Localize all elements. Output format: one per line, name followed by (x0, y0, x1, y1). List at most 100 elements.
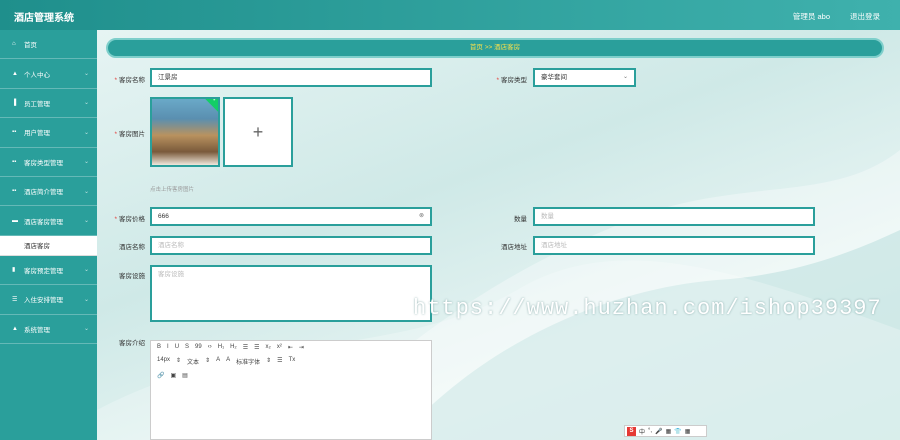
sidebar-item-10[interactable]: ▲ 系统管理 ⌄ (0, 315, 97, 344)
editor-tool-button[interactable]: ⇤ (288, 344, 293, 351)
price-label: * 客房价格 (114, 216, 145, 223)
sidebar-item-0[interactable]: ⌂ 首页 (0, 30, 97, 60)
sidebar-item-label: 客房类型管理 (24, 159, 63, 167)
sidebar-item-label: 系统管理 (24, 326, 50, 334)
editor-tool-button[interactable]: B (157, 344, 161, 351)
editor-tool-button[interactable]: Tx (289, 357, 296, 366)
facilities-textarea[interactable]: 客房设施 (150, 265, 432, 322)
room-image-label: * 客房图片 (114, 131, 145, 138)
hotel-name-label: 酒店名称 (119, 244, 145, 251)
sidebar-item-label: 酒店简介管理 (24, 189, 63, 197)
quantity-input[interactable]: 数量 (533, 207, 815, 226)
top-bar: 酒店管理系统 管理员 abo 退出登录 (0, 0, 900, 30)
uploaded-image-thumbnail[interactable]: ✓ (150, 97, 220, 167)
ime-tool-icon[interactable]: ▦ (666, 428, 672, 435)
editor-tool-button[interactable]: ⇕ (205, 357, 210, 366)
admin-label: 管理员 abo (792, 12, 830, 21)
editor-tool-button[interactable]: ⇥ (299, 344, 304, 351)
bar-icon: ▐ (12, 99, 17, 106)
chevron-icon: ⌄ (83, 296, 89, 303)
sidebar-item-8[interactable]: ▮ 客房预定管理 ⌄ (0, 256, 97, 286)
editor-tool-button[interactable]: ☰ (243, 344, 248, 351)
chart-icon: ▮ (12, 267, 16, 274)
sidebar-item-5[interactable]: ▪▪ 酒店简介管理 ⌄ (0, 177, 97, 207)
editor-tool-button[interactable]: ▤ (182, 372, 188, 379)
sogou-icon[interactable]: S (627, 426, 636, 436)
editor-toolbar-row: 14px ⇕ 文本 ⇕ A A 标准字体 ⇕ ☰ Tx (151, 354, 431, 369)
editor-tool-button[interactable]: I (167, 344, 169, 351)
editor-tool-button[interactable]: U (175, 344, 179, 351)
price-input[interactable]: 666 ⊗ (150, 207, 432, 226)
editor-tool-button[interactable]: 文本 (187, 357, 199, 366)
room-type-select[interactable]: 豪华套间 ⌄ (533, 68, 636, 87)
chevron-down-icon: ⌄ (622, 74, 628, 80)
ime-tool-icon[interactable]: °, (648, 428, 652, 434)
upload-add-button[interactable]: + (223, 97, 293, 167)
sidebar-item-9[interactable]: ☰ 入住安排管理 ⌄ (0, 285, 97, 315)
grid-icon: ▪▪ (12, 158, 17, 165)
editor-tool-button[interactable]: A (216, 357, 220, 366)
sidebar-item-6[interactable]: ▬ 酒店客房管理 ⌄ (0, 206, 97, 236)
editor-tool-button[interactable]: ☰ (277, 357, 282, 366)
facilities-label: 客房设施 (119, 273, 145, 280)
chevron-icon: ⌄ (83, 218, 89, 225)
editor-tool-button[interactable]: ▣ (170, 372, 176, 379)
room-type-label: * 客房类型 (496, 77, 527, 84)
chevron-icon: ⌄ (83, 188, 89, 195)
editor-tool-button[interactable]: x₂ (266, 344, 271, 351)
sidebar-item-3[interactable]: ▪▪ 用户管理 ⌄ (0, 118, 97, 148)
chevron-icon: ⌄ (83, 159, 89, 166)
editor-tool-button[interactable]: A (226, 357, 230, 366)
app-title: 酒店管理系统 (14, 13, 74, 24)
sidebar: ⌂ 首页 ▲ 个人中心 ⌄ ▐ 员工管理 ⌄ ▪▪ 用户管理 ⌄ ▪▪ 客房类型管理 ⌄ ▪▪ 酒店简介管理 ⌄… (0, 30, 97, 440)
editor-tool-button[interactable]: 14px (157, 357, 170, 366)
editor-tool-button[interactable]: ⇕ (266, 357, 271, 366)
watermark-text: https://www.huzhan.com/ishop39397 (413, 296, 882, 321)
sidebar-subitem-rooms[interactable]: 酒店客房 (0, 235, 97, 256)
editor-tool-button[interactable]: 🔗 (157, 372, 164, 379)
ime-toolbar[interactable]: S 中 °, 🎤 ▦ 👕 ▦ (624, 425, 707, 437)
chevron-icon: ⌄ (83, 326, 89, 333)
ime-tool-icon[interactable]: 🎤 (655, 428, 662, 435)
room-name-label: * 客房名称 (114, 77, 145, 84)
editor-toolbar-row: 🔗 ▣ ▤ (151, 369, 431, 382)
home-icon: ⌂ (12, 41, 16, 48)
hotel-address-input[interactable]: 酒店地址 (533, 236, 815, 255)
check-icon: ✓ (205, 99, 218, 112)
sidebar-item-label: 酒店客房管理 (24, 218, 63, 226)
ime-tool-icon[interactable]: 中 (639, 427, 645, 436)
ime-tool-icon[interactable]: ▦ (685, 428, 691, 435)
clear-icon[interactable]: ⊗ (419, 209, 424, 224)
editor-tool-button[interactable]: H₂ (230, 344, 237, 351)
user-icon: ▲ (12, 325, 18, 332)
sidebar-item-label: 用户管理 (24, 130, 50, 138)
editor-tool-button[interactable]: 99 (195, 344, 202, 351)
sidebar-item-label: 个人中心 (24, 71, 50, 79)
ime-tool-icon[interactable]: 👕 (674, 428, 681, 435)
editor-toolbar-row: B I U S 99 ‹› H₁ H₂ ☰ ☰ x₂ x² ⇤ ⇥ (151, 341, 431, 354)
sidebar-item-1[interactable]: ▲ 个人中心 ⌄ (0, 59, 97, 89)
editor-tool-button[interactable]: S (185, 344, 189, 351)
sidebar-item-2[interactable]: ▐ 员工管理 ⌄ (0, 89, 97, 119)
editor-tool-button[interactable]: ⇕ (176, 357, 181, 366)
editor-tool-button[interactable]: 标准字体 (236, 357, 260, 366)
sidebar-item-4[interactable]: ▪▪ 客房类型管理 ⌄ (0, 148, 97, 177)
room-name-input[interactable]: 江景房 (150, 68, 432, 87)
chevron-icon: ⌄ (83, 71, 89, 78)
editor-tool-button[interactable]: H₁ (218, 344, 224, 351)
user-icon: ▲ (12, 70, 18, 77)
editor-tool-button[interactable]: ‹› (208, 344, 212, 351)
rich-text-editor[interactable]: B I U S 99 ‹› H₁ H₂ ☰ ☰ x₂ x² ⇤ ⇥ 14px ⇕ 文本 ⇕ A A 标准字体 ⇕ ☰ Tx … (150, 340, 432, 440)
quantity-label: 数量 (514, 216, 527, 223)
grid-icon: ▪▪ (12, 188, 17, 195)
list-icon: ☰ (12, 296, 18, 303)
sidebar-item-label: 入住安排管理 (24, 297, 63, 305)
sidebar-item-label: 员工管理 (24, 100, 50, 108)
logout-link[interactable]: 退出登录 (850, 11, 880, 22)
editor-tool-button[interactable]: x² (277, 344, 282, 351)
editor-tool-button[interactable]: ☰ (254, 344, 259, 351)
intro-label: 客房介绍 (119, 340, 145, 347)
sidebar-item-label: 客房预定管理 (24, 267, 63, 275)
hotel-name-input[interactable]: 酒店名称 (150, 236, 432, 255)
main-content: 首页 >> 酒店客房 * 客房名称 江景房 * 客房类型 豪华套间 ⌄ * 客房图片 ✓… (97, 30, 900, 440)
